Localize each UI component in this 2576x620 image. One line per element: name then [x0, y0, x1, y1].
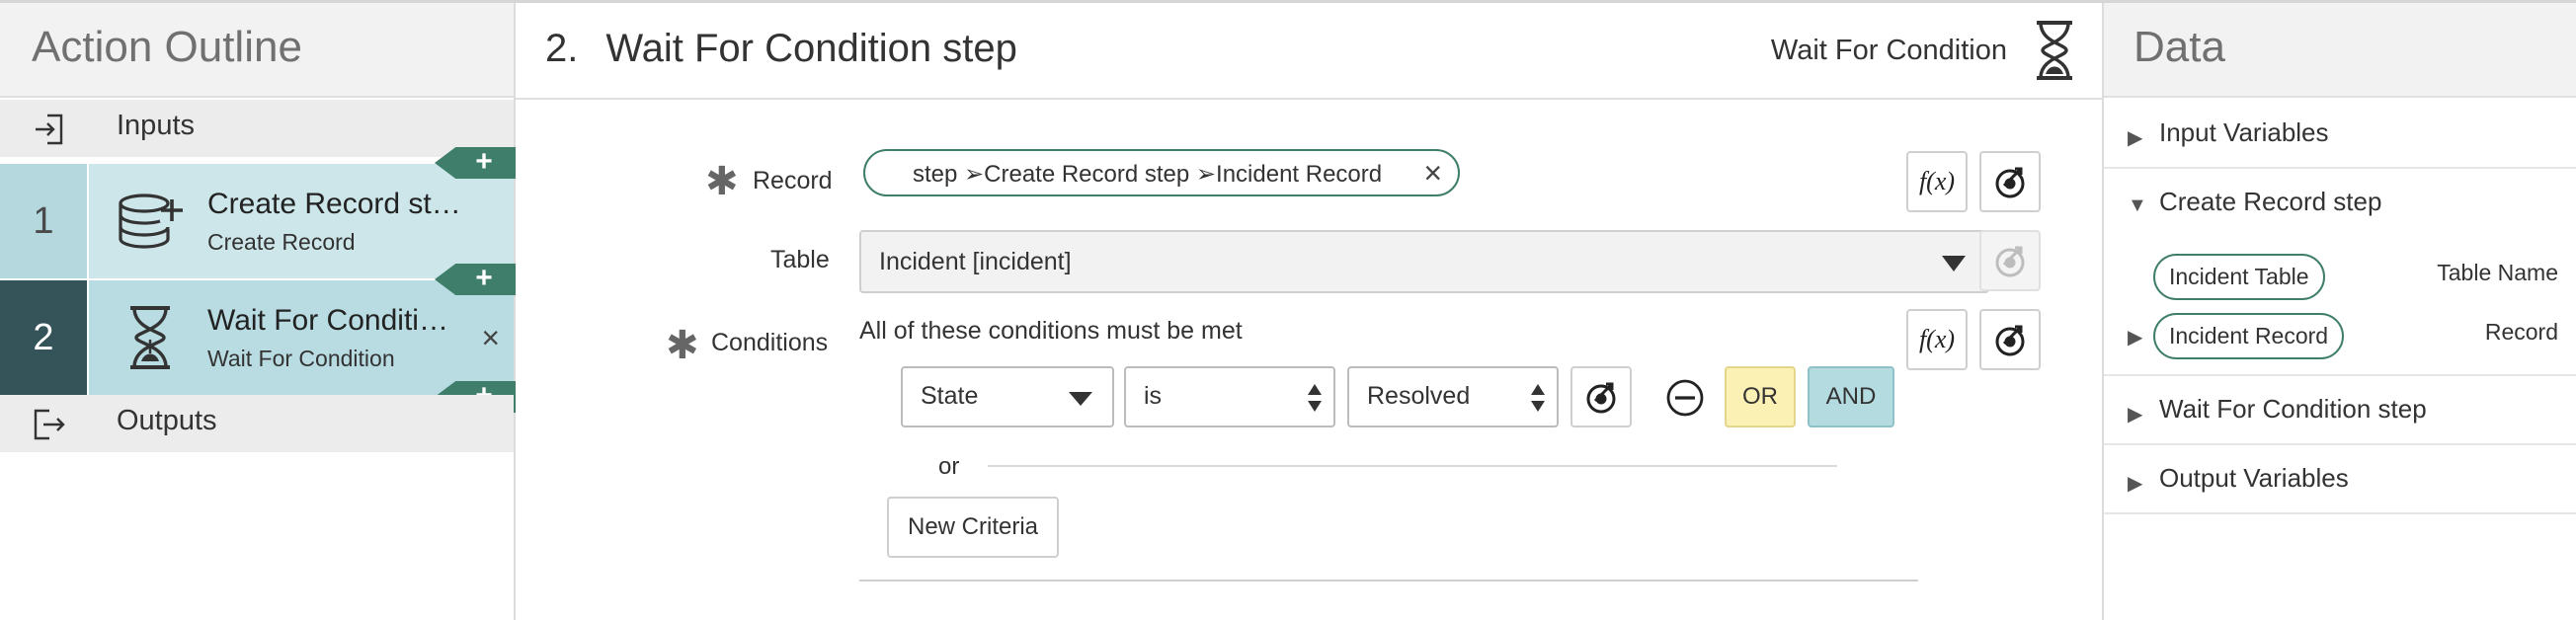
record-label: Record — [753, 167, 833, 194]
step-2-title: Wait For Conditio… — [207, 304, 464, 337]
and-condition-button[interactable]: AND — [1808, 366, 1894, 427]
hourglass-icon — [2037, 21, 2072, 80]
step-2-number: 2 — [0, 280, 87, 395]
input-arrow-icon — [36, 114, 63, 145]
output-arrow-icon — [34, 409, 65, 440]
step-title: 2. Wait For Condition step — [545, 27, 1017, 71]
step-title-text: Wait For Condition step — [605, 27, 1017, 70]
table-select-value: Incident [incident] — [879, 248, 1072, 275]
and-button-label: AND — [1825, 383, 1877, 410]
step-1-number: 1 — [0, 164, 87, 278]
conditions-data-picker-button[interactable] — [1979, 309, 2041, 370]
table-select[interactable]: Incident [incident] — [859, 230, 1989, 293]
new-criteria-button[interactable]: New Criteria — [887, 497, 1059, 558]
condition-field-select[interactable]: State — [901, 366, 1114, 427]
step-1-title: Create Record step — [207, 188, 464, 220]
data-section-input-variables[interactable]: ▶ Input Variables — [2104, 100, 2576, 169]
condition-value-value: Resolved — [1367, 382, 1471, 410]
outline-step-2[interactable]: 2 Wait For Conditio… Wait For Condition … — [0, 280, 514, 395]
record-clear-close-icon[interactable]: × — [1423, 155, 1442, 192]
select-arrows-icon — [1531, 384, 1545, 412]
data-panel-title: Data — [2133, 23, 2225, 71]
new-criteria-label: New Criteria — [907, 513, 1039, 540]
record-data-picker-button[interactable] — [1979, 151, 2041, 212]
select-arrows-icon — [1308, 384, 1322, 412]
incident-record-data-pill[interactable]: Incident Record — [2153, 313, 2345, 359]
outline-step-1[interactable]: 1 Create Record step Create Record — [0, 164, 514, 278]
record-fx-button[interactable]: f(x) — [1906, 151, 1968, 212]
data-panel: Data ▶ Input Variables ▼ Create Record s… — [2102, 3, 2576, 620]
or-separator-label: or — [938, 453, 960, 480]
fx-icon: f(x) — [1918, 325, 1956, 353]
action-outline-header: Action Outline — [0, 3, 514, 98]
database-add-icon — [119, 194, 183, 249]
collapse-triangle-icon: ▼ — [2128, 194, 2147, 216]
condition-operator-value: is — [1144, 382, 1163, 410]
expand-triangle-icon[interactable]: ▶ — [2128, 325, 2142, 349]
step-type-label: Wait For Condition — [1770, 35, 2007, 66]
step-1-subtitle: Create Record — [207, 229, 356, 255]
hourglass-icon — [130, 306, 170, 369]
record-type-label: Record — [2484, 319, 2558, 345]
data-pill-picker-icon — [1995, 246, 2025, 277]
step-1-body: Create Record step Create Record — [89, 164, 514, 278]
expand-triangle-icon: ▶ — [2128, 404, 2143, 426]
data-section-label: Input Variables — [2159, 117, 2329, 147]
expand-triangle-icon: ▶ — [2128, 473, 2143, 495]
data-section-wait-for-condition-step[interactable]: ▶ Wait For Condition step — [2104, 376, 2576, 445]
action-outline-panel: Action Outline Inputs 1 Create Record st… — [0, 3, 516, 620]
step-editor: 2. Wait For Condition step Wait For Condi… — [516, 3, 2102, 620]
remove-condition-minus-icon[interactable] — [1665, 378, 1705, 418]
expand-triangle-icon: ▶ — [2128, 127, 2143, 149]
outline-inputs-row[interactable]: Inputs — [0, 100, 514, 157]
incident-table-data-pill[interactable]: Incident Table — [2153, 254, 2325, 300]
data-section-label: Create Record step — [2159, 187, 2382, 216]
condition-field-value: State — [921, 382, 979, 410]
fx-icon: f(x) — [1918, 167, 1956, 195]
or-condition-button[interactable]: OR — [1725, 366, 1796, 427]
condition-operator-select[interactable]: is — [1124, 366, 1335, 427]
or-separator-line — [988, 465, 1837, 467]
conditions-description: All of these conditions must be met — [859, 317, 1243, 345]
data-pill-picker-icon — [1586, 382, 1616, 414]
table-name-label: Table Name — [2437, 260, 2558, 285]
chevron-down-icon — [1942, 256, 1966, 271]
table-label: Table — [770, 246, 830, 273]
or-button-label: OR — [1742, 383, 1778, 410]
data-pill-picker-icon — [1995, 325, 2025, 356]
outline-inputs-label: Inputs — [117, 110, 195, 141]
conditions-bottom-divider — [859, 580, 1918, 581]
data-section-label: Output Variables — [2159, 463, 2349, 493]
condition-value-data-picker-button[interactable] — [1570, 366, 1632, 427]
condition-value-select[interactable]: Resolved — [1347, 366, 1559, 427]
record-data-pill[interactable]: step ➢Create Record step ➢Incident Recor… — [863, 149, 1460, 196]
data-section-output-variables[interactable]: ▶ Output Variables — [2104, 445, 2576, 514]
record-pill-text: step ➢Create Record step ➢Incident Recor… — [913, 161, 1383, 188]
outline-outputs-label: Outputs — [117, 405, 217, 436]
data-panel-header: Data — [2104, 3, 2576, 98]
table-data-picker-button — [1979, 230, 2041, 291]
data-section-create-record-step[interactable]: ▼ Create Record step — [2104, 169, 2576, 238]
action-outline-title: Action Outline — [32, 23, 302, 71]
record-required-icon: ✱ — [705, 160, 739, 203]
data-pill-picker-icon — [1995, 167, 2025, 198]
step-2-subtitle: Wait For Condition — [207, 346, 395, 371]
step-2-body: Wait For Conditio… Wait For Condition × — [89, 280, 514, 395]
step-title-number: 2. — [545, 27, 579, 70]
chevron-down-icon — [1069, 392, 1092, 406]
step-header: 2. Wait For Condition step Wait For Condi… — [516, 3, 2102, 100]
conditions-label: Conditions — [711, 329, 829, 356]
outline-outputs-row[interactable]: Outputs — [0, 395, 514, 452]
data-section-label: Wait For Condition step — [2159, 394, 2427, 424]
remove-step-close-icon[interactable]: × — [481, 320, 500, 356]
conditions-fx-button[interactable]: f(x) — [1906, 309, 1968, 370]
conditions-required-icon: ✱ — [666, 324, 699, 367]
